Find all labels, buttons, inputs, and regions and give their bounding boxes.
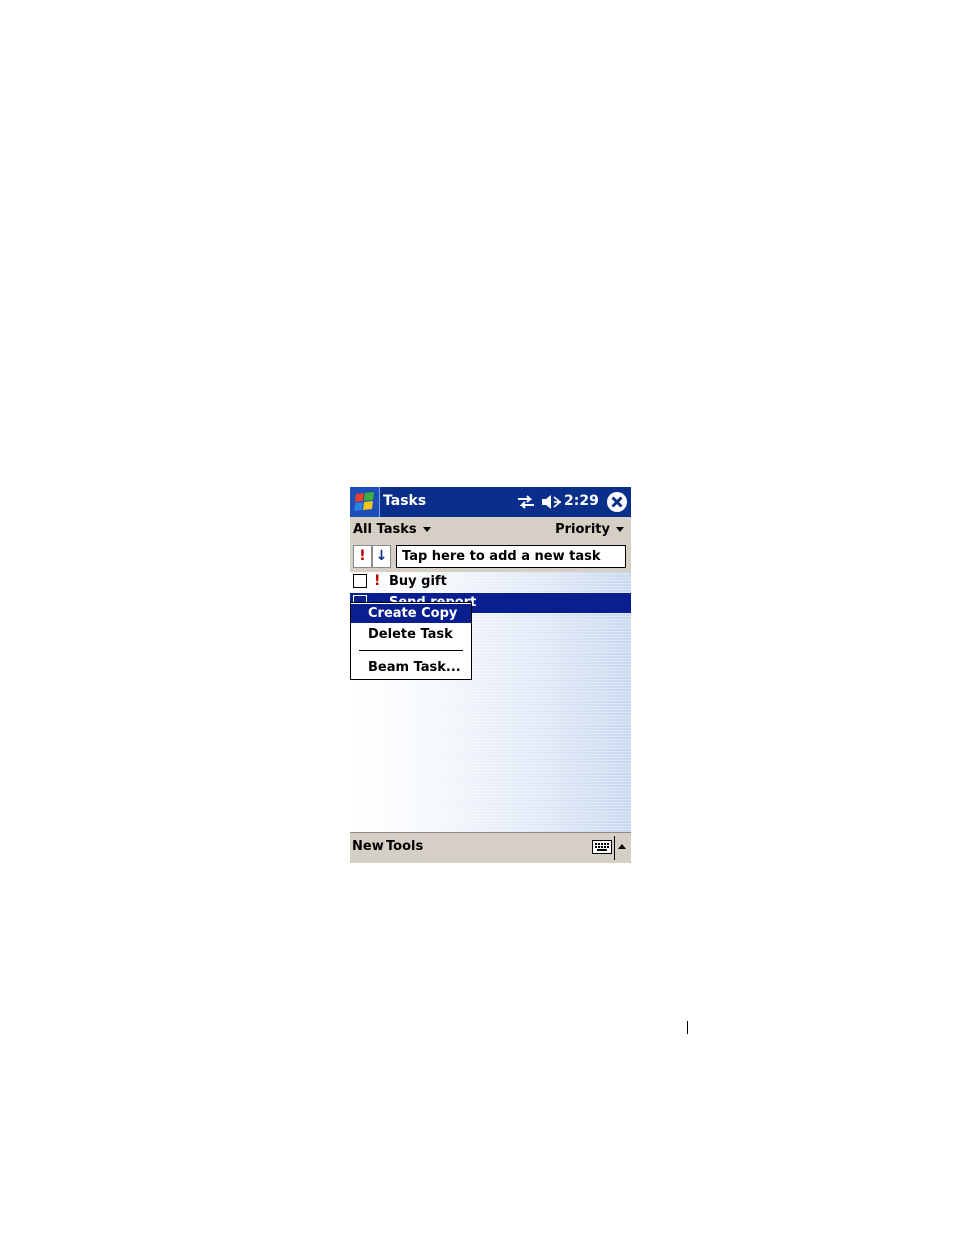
high-priority-icon: ! bbox=[374, 573, 381, 589]
keyboard-icon[interactable] bbox=[592, 840, 612, 854]
menu-item-beam-task[interactable]: Beam Task... bbox=[351, 658, 471, 677]
sort-order-button[interactable]: ↓ bbox=[372, 545, 391, 568]
menu-bar: New Tools bbox=[350, 832, 631, 863]
sort-dropdown[interactable]: Priority bbox=[555, 522, 624, 537]
clock[interactable]: 2:29 bbox=[564, 493, 599, 509]
new-task-input[interactable]: Tap here to add a new task bbox=[396, 545, 626, 568]
connectivity-icon[interactable] bbox=[516, 492, 536, 512]
new-menu-button[interactable]: New bbox=[352, 839, 384, 854]
sip-divider bbox=[614, 836, 615, 860]
filter-bar: All Tasks Priority bbox=[350, 517, 631, 542]
category-filter-label: All Tasks bbox=[353, 522, 417, 537]
entry-bar: ! ↓ Tap here to add a new task bbox=[350, 542, 631, 572]
context-menu: Create Copy Delete Task Beam Task... bbox=[350, 602, 472, 680]
start-button[interactable] bbox=[350, 487, 380, 517]
menu-item-create-copy[interactable]: Create Copy bbox=[351, 604, 471, 623]
app-title: Tasks bbox=[383, 493, 427, 509]
chevron-down-icon bbox=[422, 527, 431, 532]
category-filter-dropdown[interactable]: All Tasks bbox=[353, 522, 431, 537]
tools-menu-button[interactable]: Tools bbox=[386, 839, 423, 854]
task-label: Buy gift bbox=[389, 574, 447, 589]
speaker-muted-icon[interactable] bbox=[540, 492, 562, 512]
page-marker bbox=[687, 1021, 688, 1034]
menu-item-delete-task[interactable]: Delete Task bbox=[351, 625, 471, 644]
pocket-pc-screen: Tasks 2:29 All Tasks Priority ! ↓ Tap he… bbox=[350, 487, 631, 863]
close-icon[interactable] bbox=[606, 491, 628, 513]
chevron-up-icon[interactable] bbox=[618, 844, 626, 849]
menu-separator bbox=[359, 650, 463, 651]
task-checkbox[interactable] bbox=[353, 574, 367, 588]
sort-label: Priority bbox=[555, 522, 610, 537]
title-bar: Tasks 2:29 bbox=[350, 487, 631, 517]
priority-button[interactable]: ! bbox=[353, 545, 372, 568]
windows-start-icon bbox=[354, 492, 374, 511]
task-row-buy-gift[interactable]: ! Buy gift bbox=[350, 572, 631, 592]
chevron-down-icon bbox=[616, 527, 624, 532]
